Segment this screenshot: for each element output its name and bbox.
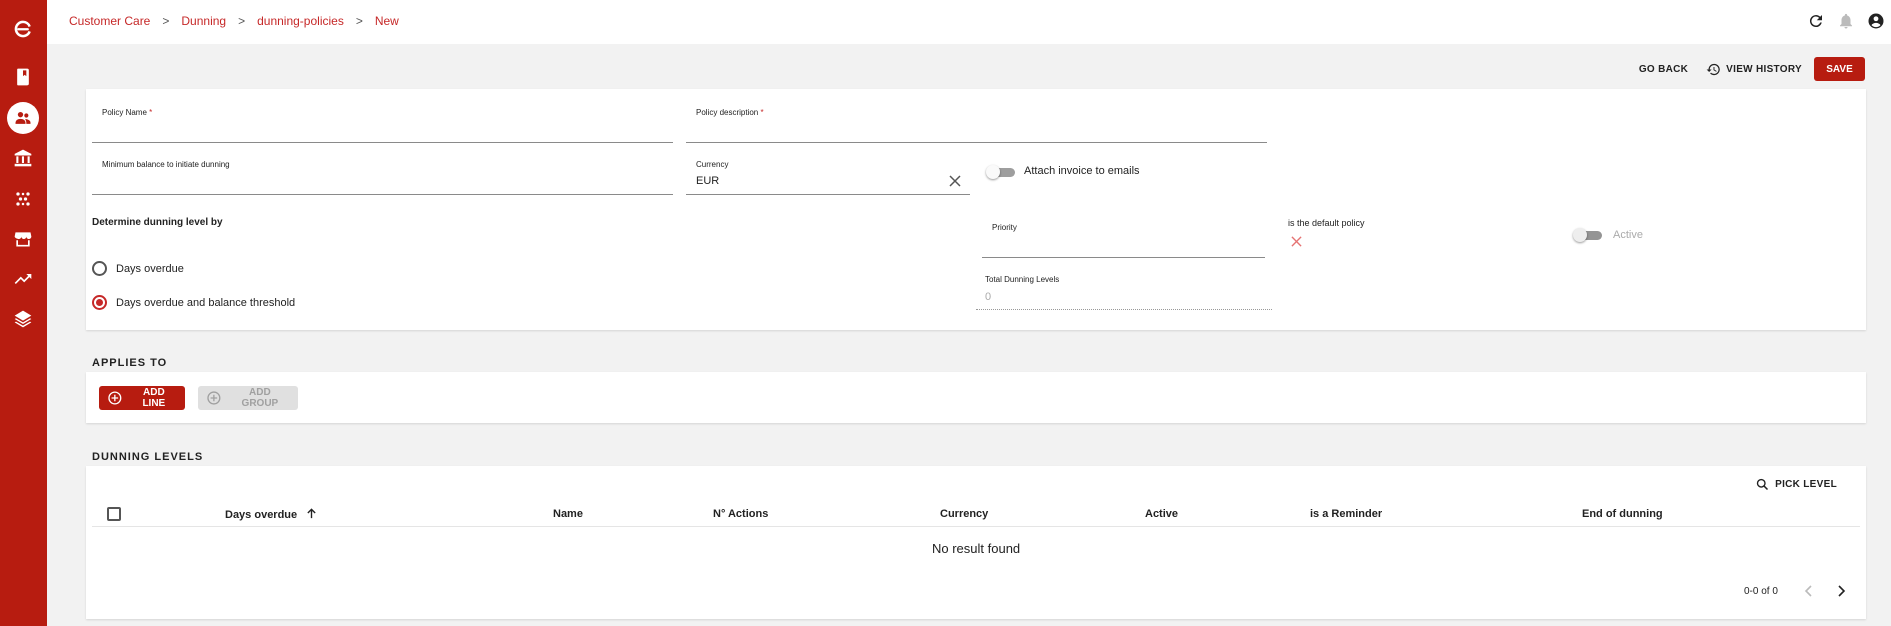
total-levels-label: Total Dunning Levels bbox=[985, 275, 1060, 284]
breadcrumb-dunning[interactable]: Dunning bbox=[181, 14, 226, 28]
header-actions: GO BACK VIEW HISTORY SAVE bbox=[1639, 57, 1865, 81]
chevron-right-icon: > bbox=[355, 14, 363, 28]
policy-name-field[interactable]: Policy Name * bbox=[92, 108, 673, 143]
top-icons bbox=[1795, 12, 1885, 30]
policy-description-label: Policy description bbox=[696, 108, 759, 117]
total-levels-field: Total Dunning Levels 0 bbox=[976, 275, 1272, 310]
select-all-checkbox[interactable] bbox=[107, 507, 121, 521]
priority-field[interactable]: Priority bbox=[982, 221, 1265, 258]
layers-icon[interactable] bbox=[11, 307, 35, 331]
applies-to-card: ADD LINE ADD GROUP bbox=[86, 372, 1866, 423]
total-levels-value: 0 bbox=[985, 291, 992, 303]
add-line-label: ADD LINE bbox=[142, 387, 166, 409]
history-icon bbox=[1706, 63, 1720, 75]
col-actions[interactable]: N° Actions bbox=[713, 508, 768, 520]
chevron-right-icon: > bbox=[238, 14, 246, 28]
determine-level-label: Determine dunning level by bbox=[92, 217, 223, 228]
view-history-label: VIEW HISTORY bbox=[1726, 63, 1802, 75]
bank-icon[interactable] bbox=[11, 146, 35, 170]
policy-description-field[interactable]: Policy description * bbox=[686, 108, 1267, 143]
col-active[interactable]: Active bbox=[1145, 508, 1178, 520]
search-icon bbox=[1756, 478, 1769, 491]
col-days-overdue[interactable]: Days overdue bbox=[225, 508, 317, 521]
col-name[interactable]: Name bbox=[553, 508, 583, 520]
grid-dots-icon[interactable] bbox=[11, 187, 35, 211]
chevron-right-icon: > bbox=[162, 14, 170, 28]
policy-form-card: Policy Name * Policy description * Minim… bbox=[86, 89, 1866, 330]
dunning-levels-title: DUNNING LEVELS bbox=[92, 451, 204, 463]
min-balance-field[interactable]: Minimum balance to initiate dunning bbox=[92, 160, 673, 195]
close-icon bbox=[1291, 236, 1302, 247]
currency-label: Currency bbox=[696, 160, 729, 169]
pick-level-label: PICK LEVEL bbox=[1775, 479, 1837, 490]
currency-select[interactable]: Currency EUR bbox=[686, 160, 970, 195]
view-history-button[interactable]: VIEW HISTORY bbox=[1706, 62, 1802, 77]
clear-icon[interactable] bbox=[949, 175, 961, 187]
store-icon[interactable] bbox=[11, 227, 35, 251]
policy-name-label: Policy Name bbox=[102, 108, 147, 117]
refresh-icon[interactable] bbox=[1807, 12, 1825, 30]
sidebar bbox=[0, 0, 47, 626]
active-toggle[interactable] bbox=[1573, 228, 1603, 242]
add-circle-icon bbox=[207, 391, 221, 405]
save-button[interactable]: SAVE bbox=[1814, 57, 1865, 81]
breadcrumb-customer-care[interactable]: Customer Care bbox=[69, 14, 150, 28]
book-icon[interactable] bbox=[11, 65, 35, 89]
active-label: Active bbox=[1613, 229, 1643, 241]
applies-to-title: APPLIES TO bbox=[92, 357, 168, 369]
breadcrumb: Customer Care > Dunning > dunning-polici… bbox=[69, 14, 399, 28]
currency-value: EUR bbox=[696, 175, 720, 187]
go-back-button[interactable]: GO BACK bbox=[1639, 64, 1688, 75]
add-group-button[interactable]: ADD GROUP bbox=[198, 386, 298, 410]
arrow-up-icon bbox=[307, 508, 316, 519]
people-icon[interactable] bbox=[7, 102, 39, 134]
breadcrumb-new: New bbox=[374, 14, 399, 28]
attach-invoice-label: Attach invoice to emails bbox=[1024, 165, 1140, 177]
trending-icon[interactable] bbox=[11, 267, 35, 291]
top-bar: Customer Care > Dunning > dunning-polici… bbox=[47, 0, 1891, 44]
pick-level-button[interactable]: PICK LEVEL bbox=[1755, 477, 1837, 492]
empty-state-text: No result found bbox=[932, 541, 1021, 556]
priority-label: Priority bbox=[992, 223, 1017, 232]
radio-days-overdue-label: Days overdue bbox=[116, 262, 184, 275]
add-group-label: ADD GROUP bbox=[241, 387, 279, 409]
add-circle-icon bbox=[108, 391, 122, 405]
next-page-icon[interactable] bbox=[1835, 585, 1847, 597]
prev-page-icon[interactable] bbox=[1803, 585, 1815, 597]
col-end-of-dunning[interactable]: End of dunning bbox=[1582, 508, 1663, 520]
attach-invoice-toggle[interactable] bbox=[986, 165, 1016, 179]
account-icon[interactable] bbox=[1867, 12, 1885, 30]
radio-days-overdue[interactable]: Days overdue bbox=[92, 261, 184, 276]
add-line-button[interactable]: ADD LINE bbox=[99, 386, 185, 410]
radio-days-overdue-balance-label: Days overdue and balance threshold bbox=[116, 296, 296, 309]
radio-days-overdue-balance[interactable]: Days overdue and balance threshold bbox=[92, 295, 295, 310]
min-balance-label: Minimum balance to initiate dunning bbox=[102, 160, 230, 169]
pagination-info: 0-0 of 0 bbox=[1744, 586, 1778, 597]
col-is-reminder[interactable]: is a Reminder bbox=[1310, 508, 1382, 520]
bell-icon[interactable] bbox=[1837, 12, 1855, 30]
breadcrumb-dunning-policies[interactable]: dunning-policies bbox=[257, 14, 344, 28]
default-policy-label: is the default policy bbox=[1288, 218, 1365, 228]
table-header-divider bbox=[92, 526, 1860, 527]
col-currency[interactable]: Currency bbox=[940, 508, 988, 520]
logo-icon[interactable] bbox=[11, 17, 35, 41]
